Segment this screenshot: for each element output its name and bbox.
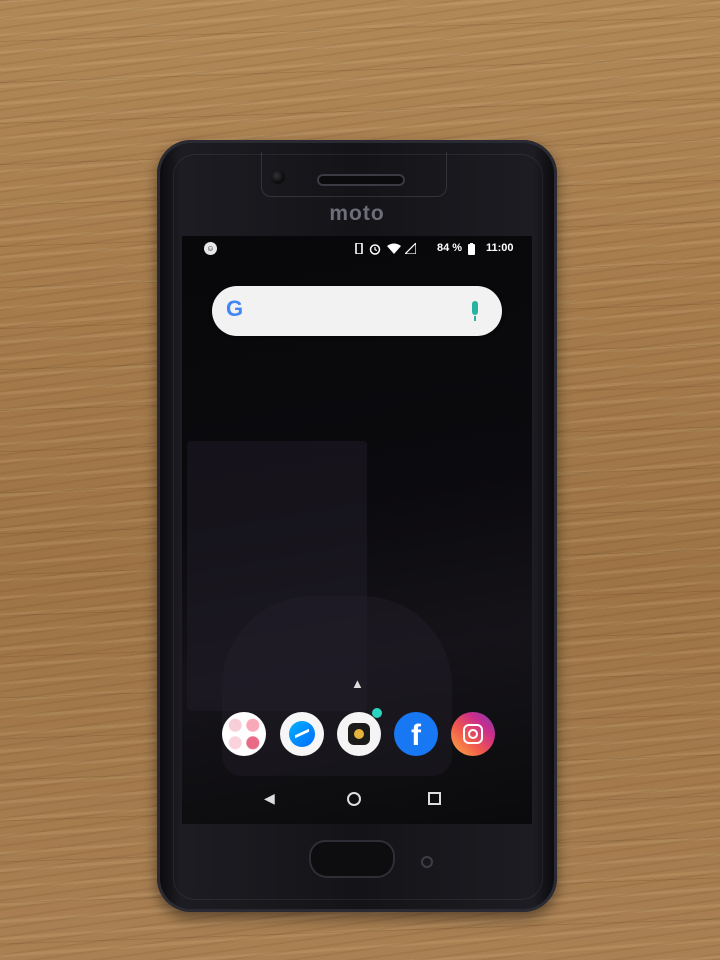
app-dock: f [222,708,502,760]
status-bar: ☺ 84 % 11:00 [182,236,532,260]
brand-logo: moto [329,202,385,225]
home-icon[interactable] [347,792,361,806]
clock: 11:00 [486,242,514,254]
messenger-app-icon[interactable] [280,712,324,756]
fingerprint-home-key[interactable] [309,840,395,878]
vibrate-icon [355,243,363,254]
alarm-icon [369,244,381,255]
navigation-bar: ◀ [182,784,532,814]
phone-screen: ☺ 84 % 11:00 G ▲ f ◀ [182,236,532,824]
notification-icon: ☺ [204,242,217,255]
photo-collage-app-icon[interactable] [222,712,266,756]
chevron-up-icon[interactable]: ▲ [351,676,364,691]
google-logo: G [226,296,244,321]
front-camera [271,170,285,184]
earpiece-speaker [317,174,405,186]
mic-icon[interactable] [472,301,478,321]
smartphone: moto ☺ 84 % 11:00 G ▲ f ◀ [157,140,557,912]
battery-icon [468,243,475,255]
notification-dot [372,708,382,718]
google-search-bar[interactable]: G [212,286,502,336]
wifi-icon [387,243,401,254]
instagram-app-icon[interactable] [451,712,495,756]
back-icon[interactable]: ◀ [264,790,275,807]
proximity-sensor [421,856,433,868]
signal-icon [405,243,416,254]
camera-app-icon[interactable] [337,712,381,756]
facebook-app-icon[interactable]: f [394,712,438,756]
recents-icon[interactable] [428,792,441,805]
battery-percentage: 84 % [437,242,463,254]
